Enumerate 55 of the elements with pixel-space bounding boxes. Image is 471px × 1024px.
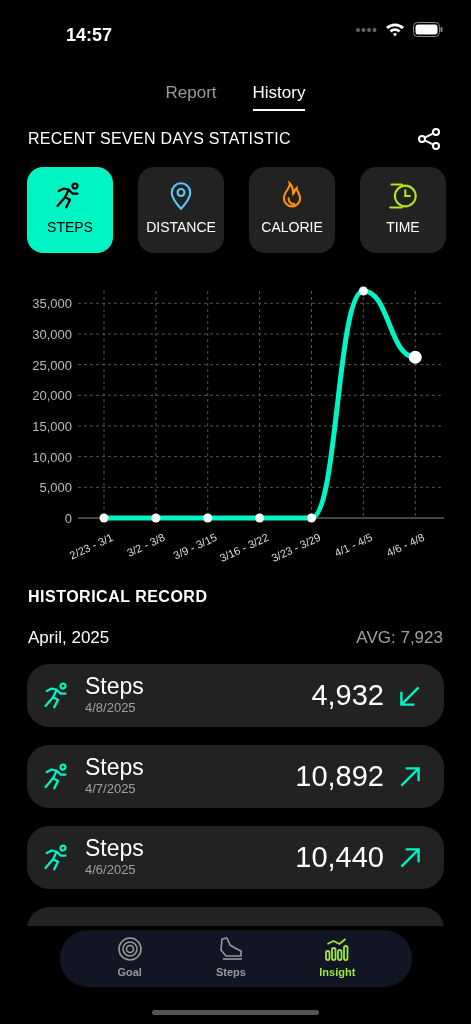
axis-label: 30,000 — [32, 326, 72, 342]
axis-label: 0 — [64, 510, 72, 526]
record-card[interactable]: Steps 4/6/2025 10,440 — [27, 826, 444, 889]
metric-tile[interactable]: DISTANCE — [138, 166, 224, 253]
axis-label: 25,000 — [32, 357, 72, 373]
record-date: 4/7/2025 — [85, 780, 137, 798]
record-value: 10,440 — [295, 839, 384, 875]
status-time: 14:57 — [66, 24, 113, 47]
data-point — [203, 513, 213, 522]
axis-label: 3/2 - 3/8 — [125, 530, 167, 559]
metric-tile[interactable]: CALORIE — [249, 166, 335, 253]
record-title: Steps — [85, 754, 144, 779]
record-value: 4,932 — [311, 677, 384, 713]
record-date: 4/8/2025 — [85, 699, 137, 717]
section-title: RECENT SEVEN DAYS STATISTIC — [28, 128, 291, 149]
data-point — [99, 513, 109, 522]
month-label: April, 2025 — [28, 626, 110, 649]
tab-bar-item[interactable]: Insight — [319, 936, 356, 981]
record-date: 4/6/2025 — [85, 861, 137, 879]
axis-label: 2/23 - 3/1 — [67, 530, 115, 561]
axis-label: 4/6 - 4/8 — [384, 530, 427, 559]
section-heading: HISTORICAL RECORD — [27, 586, 209, 607]
metric-tile[interactable]: TIME — [360, 166, 446, 253]
tab[interactable]: History — [252, 80, 306, 111]
axis-label: 15,000 — [32, 418, 72, 434]
axis-label: 5,000 — [39, 479, 72, 495]
tab[interactable]: Report — [165, 80, 217, 111]
data-point — [358, 286, 368, 295]
axis-label: 4/1 - 4/5 — [332, 530, 375, 559]
data-point — [151, 513, 161, 522]
tab-bar-item[interactable]: Steps — [215, 936, 246, 981]
axis-label: 3/9 - 3/15 — [171, 530, 219, 561]
target-icon — [116, 936, 143, 963]
data-point — [408, 350, 422, 364]
tab-bar-item[interactable]: Goal — [116, 936, 143, 981]
axis-label: 20,000 — [32, 387, 72, 403]
metric-tile[interactable]: STEPS — [27, 166, 113, 253]
record-card[interactable]: Steps 4/8/2025 4,932 — [27, 664, 444, 727]
record-title: Steps — [85, 673, 144, 698]
battery-icon — [413, 22, 443, 37]
record-card[interactable]: Steps 4/7/2025 10,892 — [27, 745, 444, 808]
axis-label: 35,000 — [32, 295, 72, 311]
average-label: AVG: 7,923 — [356, 626, 443, 649]
data-point — [307, 513, 316, 522]
record-title: Steps — [85, 835, 144, 860]
axis-label: 3/16 - 3/22 — [217, 530, 271, 564]
record-value: 10,892 — [295, 758, 384, 794]
wifi-icon — [385, 22, 405, 37]
axis-label: 3/23 - 3/29 — [269, 530, 323, 564]
chart-icon — [324, 936, 351, 963]
share-icon[interactable] — [417, 126, 441, 151]
axis-label: 10,000 — [32, 449, 72, 465]
signal-icon — [355, 26, 377, 33]
data-point — [255, 513, 265, 522]
shoe-icon — [217, 936, 244, 963]
